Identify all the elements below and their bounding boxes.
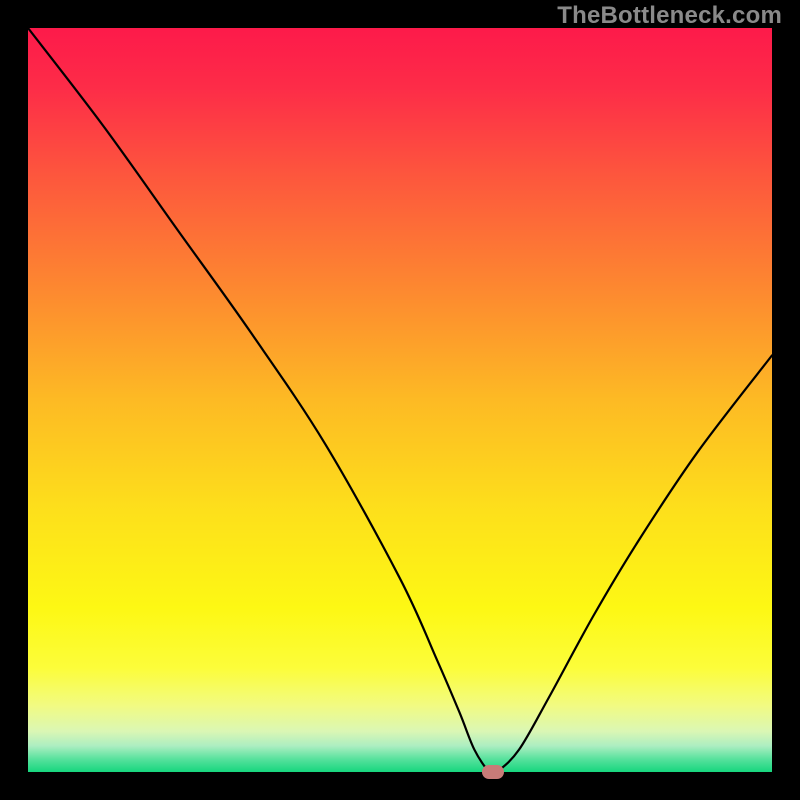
- watermark-label: TheBottleneck.com: [557, 2, 782, 30]
- optimal-point-marker: [482, 765, 504, 779]
- bottleneck-chart: [28, 28, 772, 772]
- plot-area: [28, 28, 772, 772]
- chart-container: TheBottleneck.com: [0, 0, 800, 800]
- chart-background: [28, 28, 772, 772]
